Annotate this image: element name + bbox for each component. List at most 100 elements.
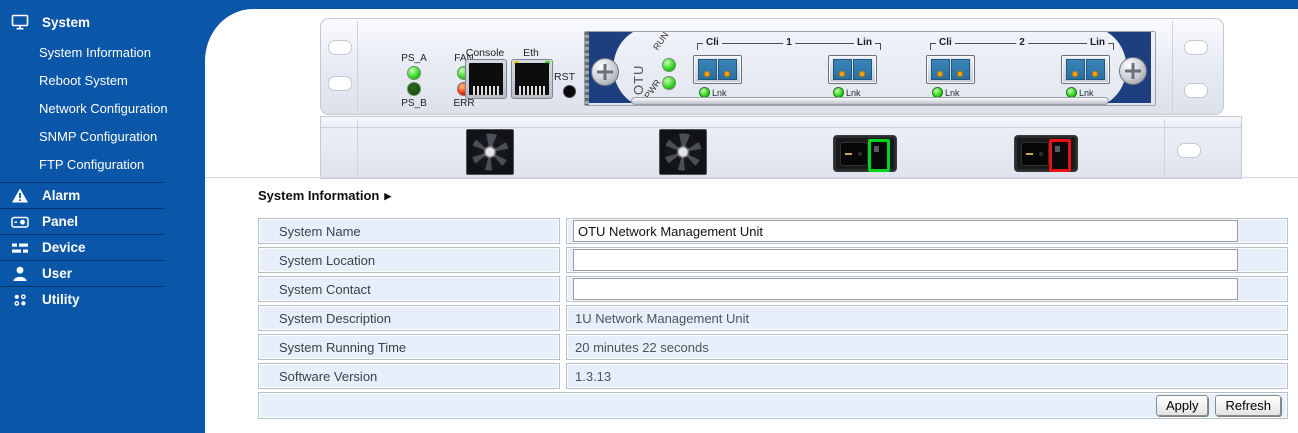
- row-value-cell: 1.3.13: [566, 363, 1288, 389]
- sidebar-item-label: System: [42, 14, 91, 30]
- rack-ear-hole: [1177, 143, 1201, 158]
- system-contact-input[interactable]: [573, 278, 1238, 300]
- right-bracket-divider: [1164, 119, 1165, 176]
- sidebar-item-system[interactable]: System: [0, 10, 205, 34]
- lc-ferrule: [718, 59, 737, 80]
- table-row: System Name: [258, 218, 1288, 244]
- user-icon: [9, 264, 31, 284]
- apply-button[interactable]: Apply: [1155, 395, 1209, 416]
- fiber-port-cli-2: [926, 55, 975, 84]
- fan-1: [466, 129, 514, 175]
- table-row: Software Version 1.3.13: [258, 363, 1288, 389]
- run-label: RUN: [651, 30, 671, 52]
- power-switch-error: [1049, 139, 1071, 172]
- otu-card-label: OTU: [631, 64, 646, 95]
- sidebar-item-alarm[interactable]: Alarm: [0, 183, 205, 208]
- system-location-input[interactable]: [573, 249, 1238, 271]
- utility-icon: [9, 290, 31, 310]
- row-value-cell: [566, 218, 1288, 244]
- port-group-1: Cli 1 Lin Lnk Lnk: [691, 37, 887, 102]
- sidebar-item-label: Device: [42, 240, 86, 255]
- sidebar-item-label: Panel: [42, 214, 79, 229]
- fiber-port-cli-1: [693, 55, 742, 84]
- thumb-screw-left: [591, 58, 619, 86]
- sidebar: System System Information Reboot System …: [0, 0, 205, 433]
- sidebar-item-label: Utility: [42, 292, 80, 307]
- ps-b-label: PS_B: [401, 98, 427, 109]
- system-running-time-value: 20 minutes 22 seconds: [575, 339, 709, 355]
- sidebar-item-snmp-configuration[interactable]: SNMP Configuration: [0, 122, 205, 150]
- port-group-2: Cli 2 Lin Lnk Lnk: [924, 37, 1120, 102]
- ac-inlet: [840, 142, 868, 166]
- ps-b-led: [407, 82, 421, 96]
- row-label: System Contact: [258, 276, 560, 302]
- run-led: [662, 58, 676, 72]
- err-label: ERR: [453, 98, 475, 109]
- lc-ferrule: [833, 59, 852, 80]
- fiber-port-lin-2: [1061, 55, 1110, 84]
- page-title: System Information ▶: [258, 188, 391, 203]
- sidebar-item-reboot-system[interactable]: Reboot System: [0, 66, 205, 94]
- rack-ear-hole: [1184, 83, 1208, 98]
- lin-label: Lin: [1087, 37, 1108, 48]
- sidebar-item-system-information[interactable]: System Information: [0, 38, 205, 66]
- sidebar-item-user[interactable]: User: [0, 261, 205, 286]
- rack-ear-hole: [1184, 40, 1208, 55]
- sidebar-item-ftp-configuration[interactable]: FTP Configuration: [0, 150, 205, 178]
- cli-label: Cli: [936, 37, 955, 48]
- lnk-label: Lnk: [945, 87, 960, 98]
- lc-ferrule: [951, 59, 970, 80]
- cli-label: Cli: [703, 37, 722, 48]
- content-panel: PS_A FAN PS_B ERR Console Eth RST OTU RU…: [205, 9, 1298, 433]
- group-number: 2: [1016, 37, 1028, 48]
- lc-ferrule: [931, 59, 950, 80]
- row-label: System Location: [258, 247, 560, 273]
- row-value-cell: 20 minutes 22 seconds: [566, 334, 1288, 360]
- group-number: 1: [783, 37, 795, 48]
- lc-ferrule: [698, 59, 717, 80]
- row-label: System Running Time: [258, 334, 560, 360]
- power-module-b: [1014, 135, 1078, 172]
- fiber-port-lin-1: [828, 55, 877, 84]
- eth-port: [511, 59, 553, 99]
- row-value-cell: [566, 276, 1288, 302]
- ps-a-label: PS_A: [401, 53, 427, 64]
- sidebar-item-device[interactable]: Device: [0, 235, 205, 260]
- port-pins: [473, 86, 499, 95]
- otu-card: OTU RUN PWR Cli 1 Lin Lnk Lnk Cli 2 Lin …: [584, 30, 1156, 106]
- chassis-ridge: [321, 117, 1241, 128]
- table-row: System Location: [258, 247, 1288, 273]
- power-switch-ok: [868, 139, 890, 172]
- fan-2: [659, 129, 707, 175]
- reset-button: [563, 85, 576, 98]
- rack-unit-front-panel: PS_A FAN PS_B ERR Console Eth RST OTU RU…: [320, 18, 1224, 115]
- sidebar-item-utility[interactable]: Utility: [0, 287, 205, 312]
- system-name-input[interactable]: [573, 220, 1238, 242]
- table-row: System Contact: [258, 276, 1288, 302]
- eth-label: Eth: [523, 47, 539, 59]
- system-description-value: 1U Network Management Unit: [575, 310, 750, 326]
- lnk-label: Lnk: [712, 87, 727, 98]
- lc-ferrule: [853, 59, 872, 80]
- port-pins: [519, 86, 545, 95]
- sidebar-item-network-configuration[interactable]: Network Configuration: [0, 94, 205, 122]
- sidebar-item-label: User: [42, 266, 73, 281]
- sidebar-item-label: Alarm: [42, 188, 81, 203]
- panel-icon: [9, 212, 31, 232]
- alarm-icon: [9, 186, 31, 206]
- table-footer: Apply Refresh: [258, 392, 1288, 419]
- software-version-value: 1.3.13: [575, 368, 612, 384]
- left-bracket-divider: [357, 119, 358, 176]
- sidebar-item-panel[interactable]: Panel: [0, 209, 205, 234]
- lin-label: Lin: [854, 37, 875, 48]
- row-value-cell: [566, 247, 1288, 273]
- card-handle: [631, 97, 1109, 105]
- rack-ear-hole: [328, 76, 352, 91]
- ps-a-led: [407, 66, 421, 80]
- lc-ferrule: [1066, 59, 1085, 80]
- system-information-table: System Name System Location System Conta…: [258, 218, 1288, 419]
- left-bracket-divider: [357, 21, 358, 112]
- lnk-label: Lnk: [1079, 87, 1094, 98]
- refresh-button[interactable]: Refresh: [1215, 395, 1281, 416]
- page-title-text: System Information: [258, 188, 380, 203]
